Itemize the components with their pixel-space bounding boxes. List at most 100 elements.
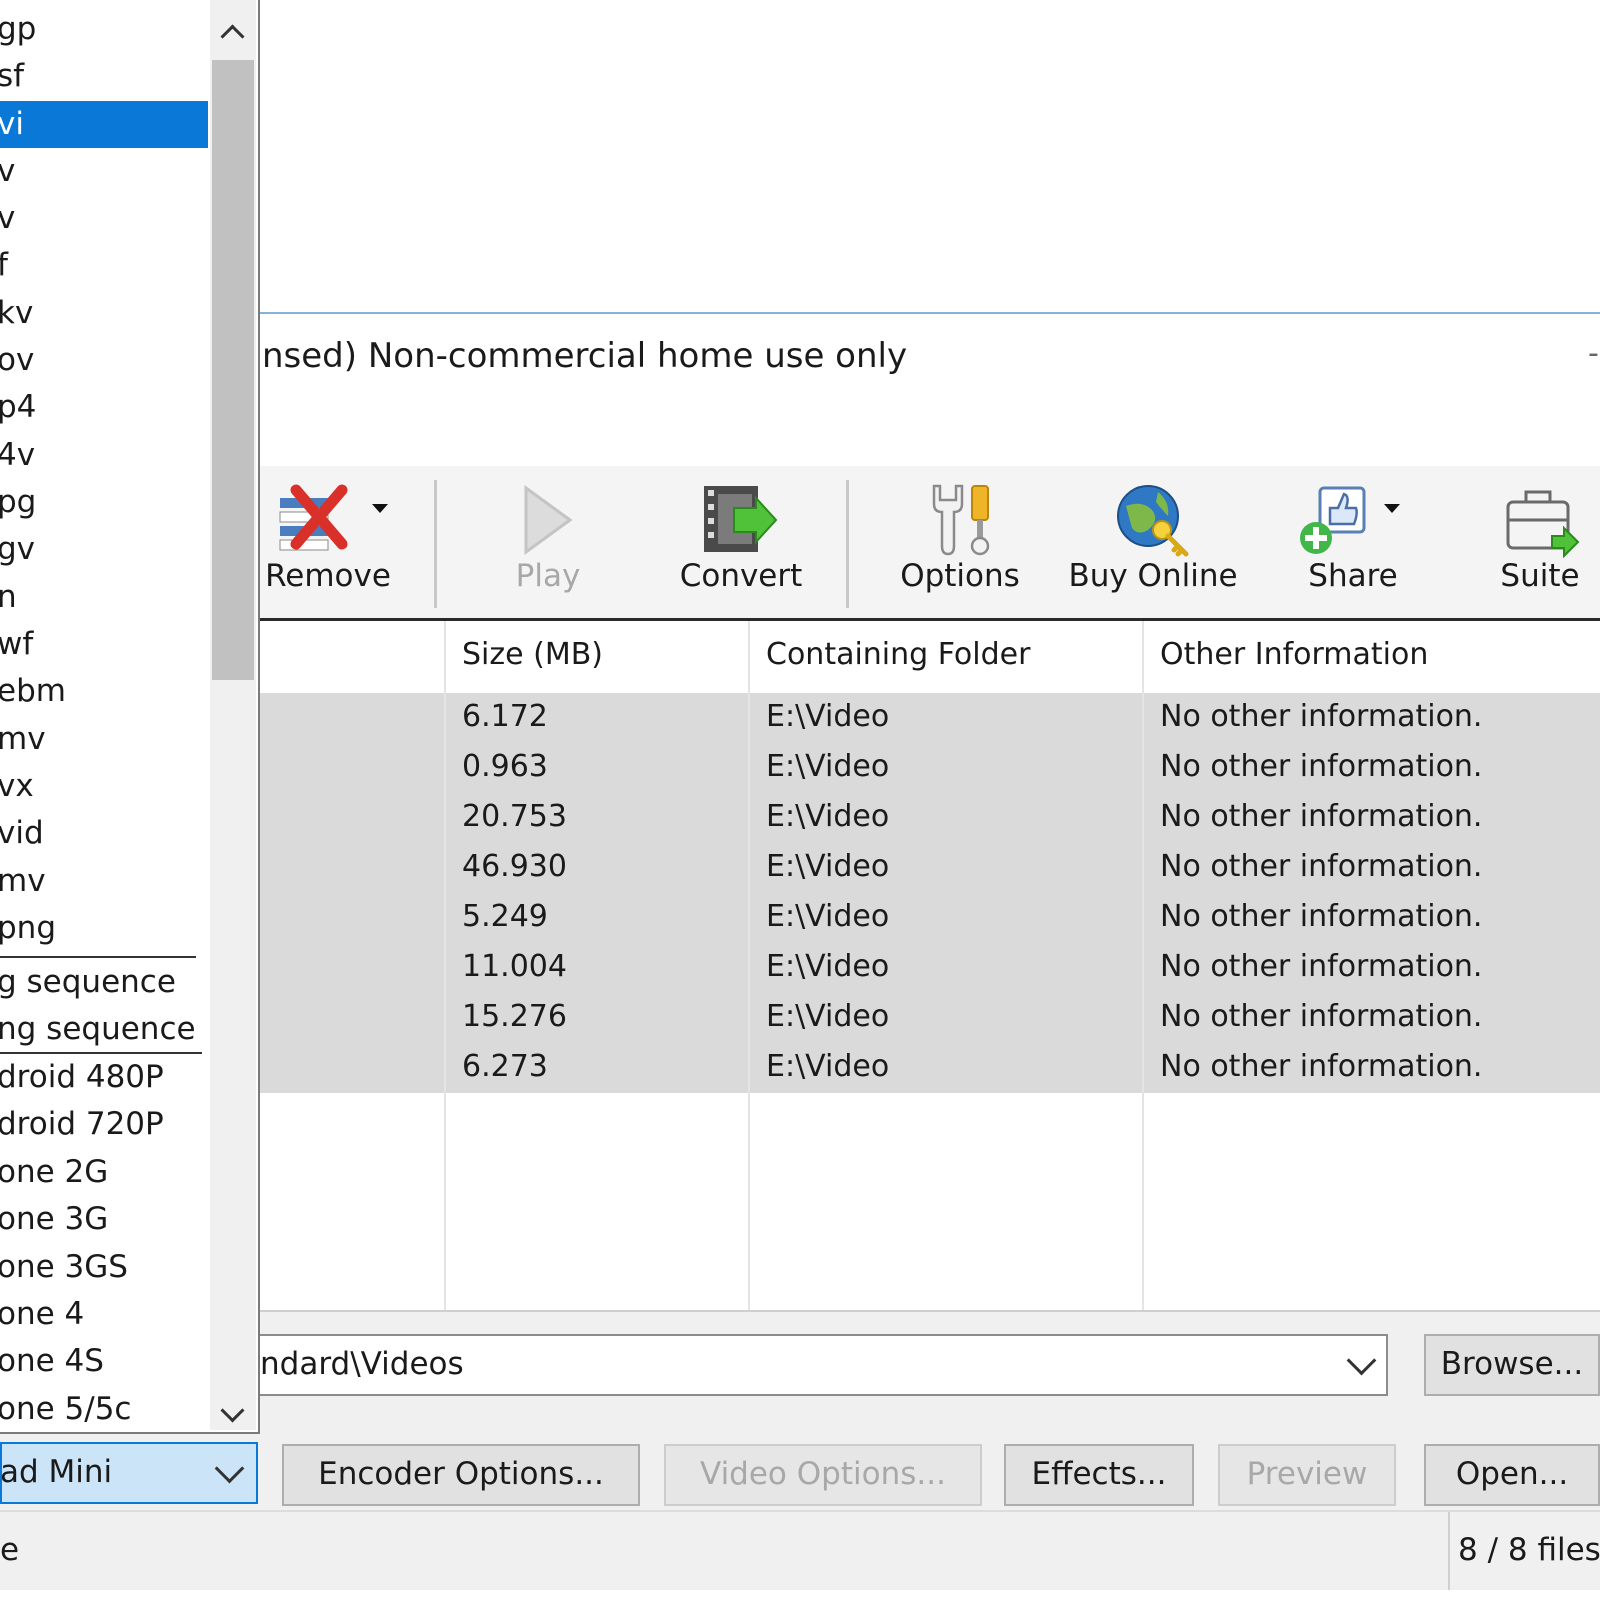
share-label: Share <box>1308 558 1398 594</box>
list-item[interactable]: one 2G <box>0 1149 208 1196</box>
size-cell: 5.249 <box>462 899 548 934</box>
play-label: Play <box>515 558 581 594</box>
chevron-down-icon[interactable] <box>1346 1345 1377 1376</box>
preview-button[interactable]: Preview <box>1218 1444 1396 1506</box>
options-button[interactable]: Options <box>890 466 1030 616</box>
list-item[interactable]: gp <box>0 6 208 53</box>
list-separator <box>0 956 196 958</box>
open-button[interactable]: Open... <box>1424 1444 1600 1506</box>
scroll-down-arrow-icon[interactable] <box>220 1398 245 1423</box>
list-item[interactable]: f <box>0 242 208 289</box>
list-item[interactable]: wf <box>0 621 208 668</box>
list-item[interactable]: one 3GS <box>0 1244 208 1291</box>
list-item[interactable]: vx <box>0 763 208 810</box>
column-divider <box>1142 621 1144 1311</box>
size-cell: 11.004 <box>462 949 567 984</box>
suite-label: Suite <box>1500 558 1580 594</box>
remove-icon <box>279 484 348 551</box>
encoder-options-button[interactable]: Encoder Options... <box>282 1444 640 1506</box>
list-item[interactable]: mv <box>0 716 208 763</box>
minimize-button[interactable]: - <box>1588 336 1599 371</box>
column-header-info[interactable]: Other Information <box>1160 637 1428 672</box>
folder-cell: E:\Video <box>766 899 890 934</box>
list-item[interactable]: ng sequence <box>0 1006 208 1053</box>
format-combo[interactable]: ad Mini <box>0 1442 258 1504</box>
file-count-panel: 8 / 8 files <box>1448 1512 1600 1590</box>
list-item[interactable]: v <box>0 148 208 195</box>
list-item[interactable]: vid <box>0 810 208 857</box>
format-combo-value: ad Mini <box>0 1454 113 1490</box>
list-item[interactable]: one 5/5c <box>0 1386 208 1432</box>
play-icon <box>524 485 573 555</box>
scroll-up-arrow-icon[interactable] <box>220 24 245 49</box>
remove-button[interactable]: Remove <box>258 466 398 616</box>
list-item[interactable]: one 3G <box>0 1196 208 1243</box>
list-item[interactable]: pg <box>0 479 208 526</box>
convert-label: Convert <box>679 558 803 594</box>
list-item[interactable]: gv <box>0 526 208 573</box>
folder-cell: E:\Video <box>766 1049 890 1084</box>
format-dropdown-list[interactable]: gp sf vi v v f kv ov p4 4v pg gv n wf eb… <box>0 0 260 1434</box>
scrollbar-thumb[interactable] <box>212 60 254 680</box>
list-item[interactable]: p4 <box>0 384 208 431</box>
folder-cell: E:\Video <box>766 699 890 734</box>
column-divider <box>444 621 446 1311</box>
info-cell: No other information. <box>1160 949 1483 984</box>
column-header-size[interactable]: Size (MB) <box>462 637 603 672</box>
column-header-folder[interactable]: Containing Folder <box>766 637 1030 672</box>
list-item[interactable]: 4v <box>0 432 208 479</box>
info-cell: No other information. <box>1160 999 1483 1034</box>
list-item[interactable]: g sequence <box>0 959 208 1006</box>
list-item[interactable]: one 4 <box>0 1291 208 1338</box>
list-item[interactable]: kv <box>0 290 208 337</box>
share-icon <box>1300 486 1366 554</box>
suite-button[interactable]: Suite <box>1490 466 1590 616</box>
info-cell: No other information. <box>1160 699 1483 734</box>
list-item[interactable]: v <box>0 195 208 242</box>
list-item[interactable]: mv <box>0 858 208 905</box>
options-icon <box>932 484 990 556</box>
convert-button[interactable]: Convert <box>670 466 812 616</box>
file-count: 8 / 8 files <box>1458 1532 1600 1568</box>
share-dropdown-arrow-icon[interactable] <box>1384 504 1400 513</box>
list-item[interactable]: droid 480P <box>0 1054 208 1101</box>
column-divider <box>748 621 750 1311</box>
chevron-down-icon[interactable] <box>214 1453 245 1484</box>
folder-cell: E:\Video <box>766 849 890 884</box>
remove-label: Remove <box>265 558 391 594</box>
list-item[interactable]: droid 720P <box>0 1101 208 1148</box>
play-button[interactable]: Play <box>488 466 608 616</box>
buy-online-label: Buy Online <box>1068 558 1238 594</box>
list-item[interactable]: one 4S <box>0 1338 208 1385</box>
folder-cell: E:\Video <box>766 749 890 784</box>
remove-dropdown-arrow-icon[interactable] <box>372 504 388 513</box>
effects-button[interactable]: Effects... <box>1004 1444 1194 1506</box>
convert-icon <box>704 486 778 552</box>
window-title: nsed) Non-commercial home use only <box>262 336 908 376</box>
status-bar: e 8 / 8 files <box>0 1510 1600 1590</box>
list-item[interactable]: sf <box>0 53 208 100</box>
options-label: Options <box>900 558 1020 594</box>
info-cell: No other information. <box>1160 799 1483 834</box>
list-item[interactable]: n <box>0 574 208 621</box>
buy-online-icon <box>1117 485 1189 557</box>
dropdown-scrollbar[interactable] <box>210 0 256 1430</box>
list-item-selected[interactable]: vi <box>0 101 208 148</box>
info-cell: No other information. <box>1160 1049 1483 1084</box>
share-button[interactable]: Share <box>1288 466 1418 616</box>
list-item[interactable]: ov <box>0 337 208 384</box>
suite-icon <box>1506 490 1580 559</box>
size-cell: 0.963 <box>462 749 548 784</box>
toolbar-separator <box>434 480 437 608</box>
list-item[interactable]: png <box>0 905 208 952</box>
folder-cell: E:\Video <box>766 999 890 1034</box>
size-cell: 46.930 <box>462 849 567 884</box>
output-folder-combo[interactable]: ndard\Videos <box>258 1334 1388 1396</box>
size-cell: 20.753 <box>462 799 567 834</box>
list-item[interactable]: ebm <box>0 668 208 715</box>
browse-button[interactable]: Browse... <box>1424 1334 1600 1396</box>
buy-online-button[interactable]: Buy Online <box>1064 466 1242 616</box>
video-options-button[interactable]: Video Options... <box>664 1444 982 1506</box>
folder-cell: E:\Video <box>766 799 890 834</box>
size-cell: 15.276 <box>462 999 567 1034</box>
